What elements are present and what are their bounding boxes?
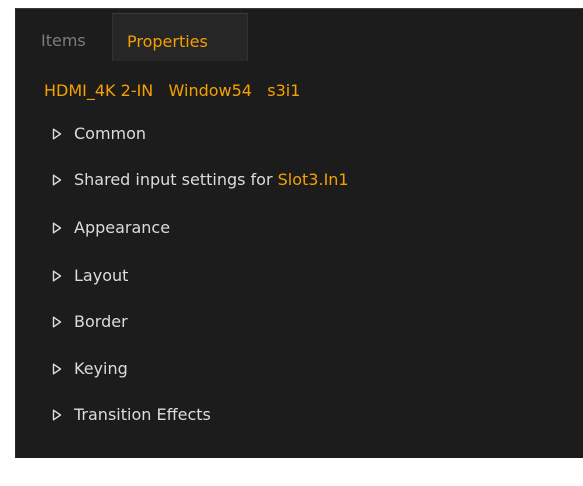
tab-items[interactable]: Items (41, 31, 86, 51)
section-shared-input-settings[interactable]: Shared input settings for Slot3.In1 (52, 167, 349, 193)
triangle-right-icon (52, 316, 62, 328)
section-label: Transition Effects (74, 405, 211, 424)
section-label: Common (74, 124, 147, 143)
section-label: Layout (74, 266, 129, 285)
section-transition-effects[interactable]: Transition Effects (52, 402, 211, 428)
properties-panel: Items Properties HDMI_4K 2-IN Window54 s… (15, 8, 583, 458)
section-label: Border (74, 312, 128, 331)
section-appearance[interactable]: Appearance (52, 215, 170, 241)
section-label: Keying (74, 359, 128, 378)
triangle-right-icon (52, 174, 62, 186)
section-label: Shared input settings for (74, 170, 278, 189)
selection-title: HDMI_4K 2-IN Window54 s3i1 (44, 81, 301, 100)
triangle-right-icon (52, 270, 62, 282)
triangle-right-icon (52, 222, 62, 234)
section-border[interactable]: Border (52, 309, 128, 335)
triangle-right-icon (52, 363, 62, 375)
tab-properties[interactable]: Properties (112, 13, 248, 61)
section-label: Appearance (74, 218, 171, 237)
section-layout[interactable]: Layout (52, 263, 128, 289)
section-keying[interactable]: Keying (52, 356, 128, 382)
input-slot-link: Slot3.In1 (277, 170, 349, 189)
tab-items-label: Items (41, 31, 86, 50)
tab-properties-label: Properties (127, 32, 208, 51)
tab-bar: Items Properties (16, 9, 583, 65)
triangle-right-icon (52, 128, 62, 140)
triangle-right-icon (52, 409, 62, 421)
section-common[interactable]: Common (52, 121, 146, 147)
